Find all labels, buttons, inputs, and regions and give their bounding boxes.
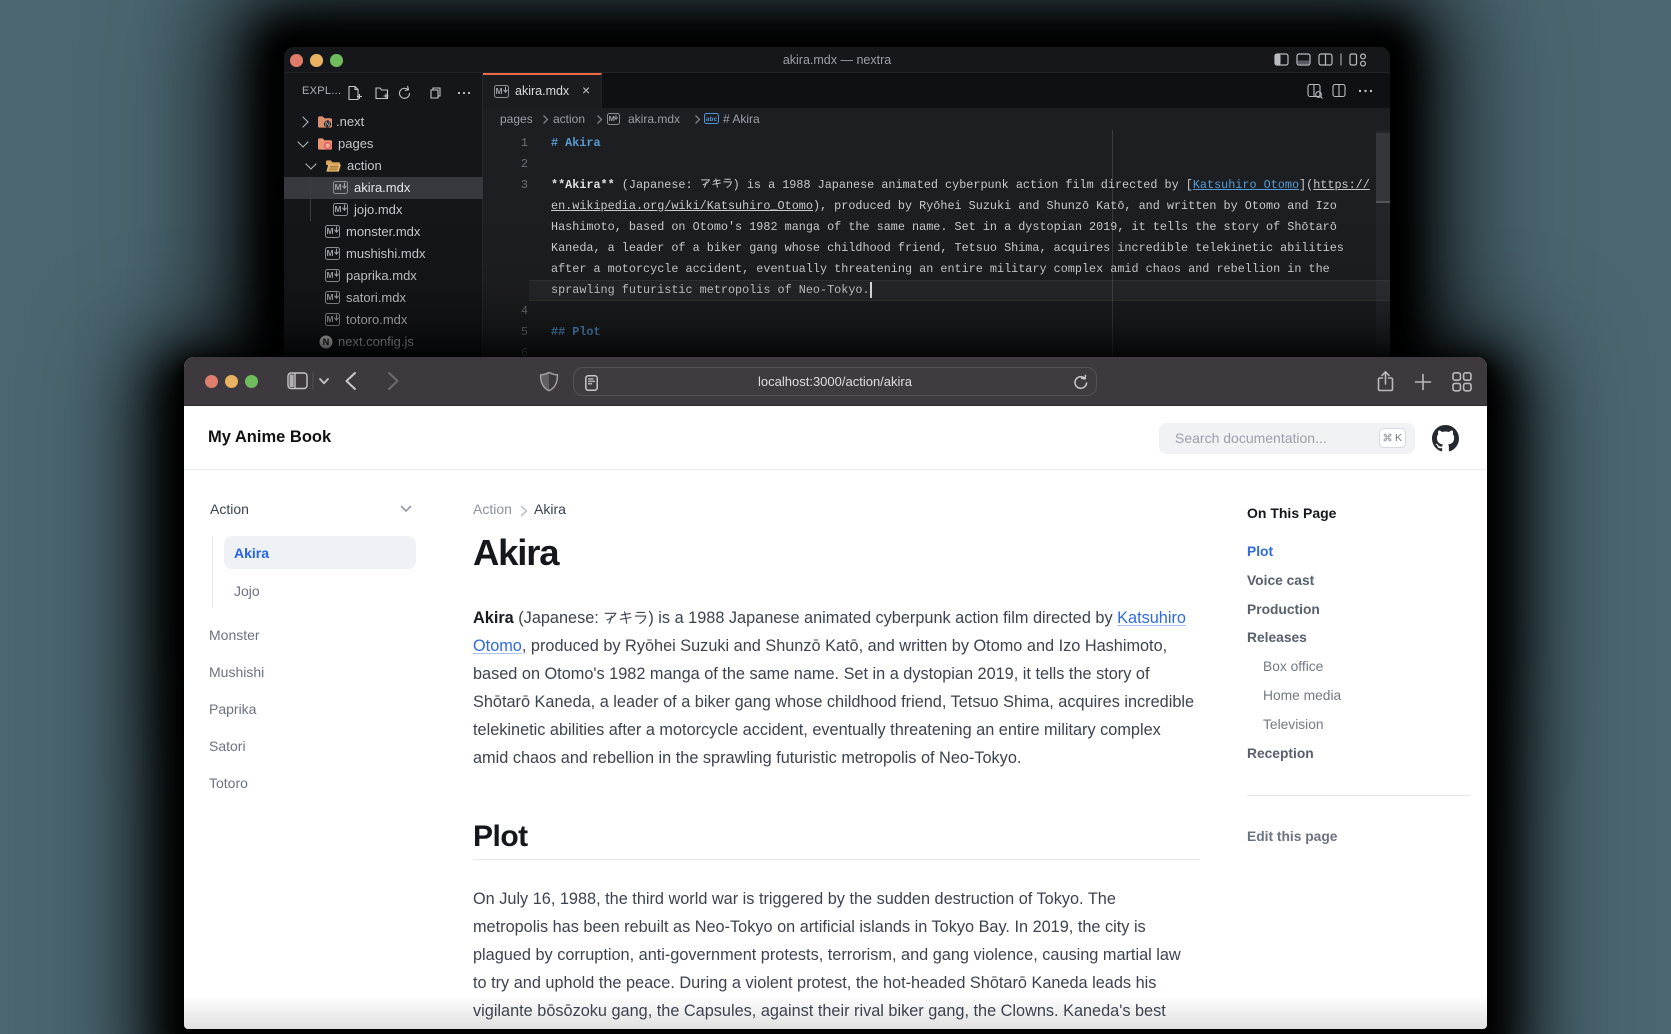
svg-text:N: N [325,122,330,129]
svg-text:N: N [323,337,330,347]
svg-text:abc: abc [706,116,718,123]
